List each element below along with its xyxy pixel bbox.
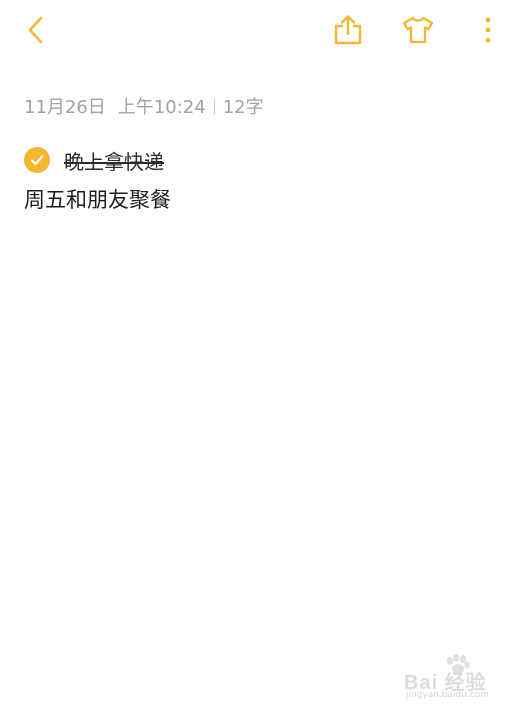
todo-text[interactable]: 晚上拿快递 <box>64 146 164 175</box>
share-button[interactable] <box>328 10 368 50</box>
checkmark-icon <box>30 155 44 166</box>
note-time: 上午10:24 <box>117 97 206 118</box>
more-vertical-icon <box>485 17 491 43</box>
share-icon <box>334 15 362 45</box>
chevron-left-icon <box>28 16 43 44</box>
theme-button[interactable] <box>398 10 438 50</box>
back-button[interactable] <box>16 10 56 50</box>
char-count: 12字 <box>222 97 264 118</box>
todo-item[interactable]: 晚上拿快递 <box>24 145 164 175</box>
todo-checkbox[interactable] <box>24 147 50 173</box>
baidu-watermark: Bai 经验 jingyan.baidu.com <box>404 652 504 702</box>
meta-divider <box>213 97 215 115</box>
note-metadata: 11月26日 上午10:24 12字 <box>24 94 264 118</box>
note-date: 11月26日 <box>24 97 106 118</box>
tshirt-icon <box>402 16 434 44</box>
watermark-url: jingyan.baidu.com <box>406 690 490 700</box>
top-toolbar <box>0 0 528 60</box>
note-body-text[interactable]: 周五和朋友聚餐 <box>24 184 171 214</box>
more-button[interactable] <box>468 10 508 50</box>
